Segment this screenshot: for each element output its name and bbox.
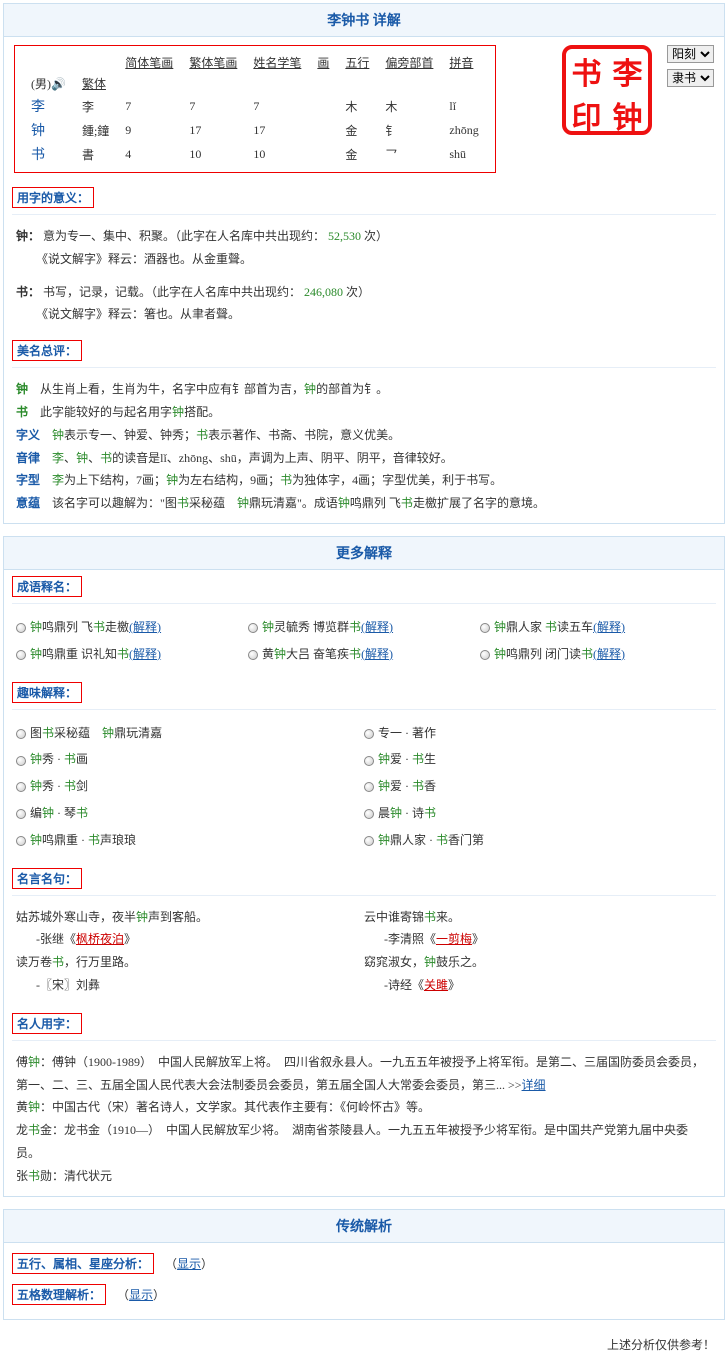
hdr-hua: 画 bbox=[309, 52, 337, 73]
hdr-fb: 繁体笔画 bbox=[181, 52, 245, 73]
char-shu[interactable]: 书 bbox=[23, 142, 74, 166]
gender-label: (男) bbox=[31, 77, 51, 91]
hdr-py: 拼音 bbox=[441, 52, 486, 73]
bullet-icon bbox=[16, 756, 26, 766]
list-item: 编钟 · 琴书 bbox=[16, 800, 364, 827]
seal-bl: 印 bbox=[566, 93, 607, 137]
show-wuge-link[interactable]: 显示 bbox=[129, 1288, 153, 1302]
char-table-box: 简体笔画 繁体笔画 姓名学笔 画 五行 偏旁部首 拼音 (男)🔊 繁体 李 李 … bbox=[14, 45, 496, 173]
list-item: 专一 · 著作 bbox=[364, 720, 712, 747]
list-item: 钟爱 · 书生 bbox=[364, 746, 712, 773]
top-row: 简体笔画 繁体笔画 姓名学笔 画 五行 偏旁部首 拼音 (男)🔊 繁体 李 李 … bbox=[4, 37, 724, 181]
explain-link[interactable]: (解释) bbox=[593, 647, 625, 661]
list-item: 钟秀 · 书画 bbox=[16, 746, 364, 773]
char-row: 李 李 7 7 7 木 木 lǐ bbox=[23, 94, 487, 118]
list-item: 钟鼎人家 · 书香门第 bbox=[364, 827, 712, 854]
zhong-label: 钟： bbox=[16, 229, 40, 243]
footer-note: 上述分析仅供参考！ bbox=[3, 1332, 725, 1353]
hdr-jb: 简体笔画 bbox=[117, 52, 181, 73]
idiom-body: 钟鸣鼎列 飞书走檄(解释) 钟灵毓秀 博览群书(解释) 钟鼎人家 书读五车(解释… bbox=[4, 610, 724, 676]
bullet-icon bbox=[16, 782, 26, 792]
poem-link[interactable]: 关雎 bbox=[424, 978, 448, 992]
shu-label: 书： bbox=[16, 285, 40, 299]
explain-link[interactable]: (解释) bbox=[361, 647, 393, 661]
hdr-bs: 偏旁部首 bbox=[377, 52, 441, 73]
seal-stamp: 书 李 印 钟 bbox=[562, 45, 652, 135]
meaning-body: 钟： 意为专一、集中、积聚。（此字在人名库中共出现约： 52,530 次） 《说… bbox=[4, 221, 724, 334]
section-use-meaning: 用字的意义： bbox=[12, 187, 94, 208]
section-fun: 趣味解释： bbox=[12, 682, 82, 703]
zhong-count: 52,530 bbox=[328, 229, 361, 243]
carve-select[interactable]: 阳刻 bbox=[667, 45, 714, 63]
char-row: 书 書 4 10 10 金 乛 shū bbox=[23, 142, 487, 166]
overview-body: 钟 从生肖上看，生肖为牛，名字中应有钅部首为吉，钟的部首为钅。 书 此字能较好的… bbox=[4, 374, 724, 523]
bullet-icon bbox=[16, 623, 26, 633]
section-famous: 名人用字： bbox=[12, 1013, 82, 1034]
bullet-icon bbox=[16, 836, 26, 846]
bullet-icon bbox=[16, 809, 26, 819]
panel-title-trad: 传统解析 bbox=[4, 1210, 724, 1243]
bullet-icon bbox=[364, 836, 374, 846]
bullet-icon bbox=[364, 756, 374, 766]
detail-link[interactable]: 详细 bbox=[522, 1078, 546, 1092]
seal-tr: 李 bbox=[607, 49, 648, 93]
list-item: 钟鸣鼎重 · 书声琅琅 bbox=[16, 827, 364, 854]
char-row: 钟 鍾;鐘 9 17 17 金 钅 zhōng bbox=[23, 118, 487, 142]
hdr-fan: 繁体 bbox=[74, 73, 117, 94]
bullet-icon bbox=[248, 650, 258, 660]
panel-title-more: 更多解释 bbox=[4, 537, 724, 570]
explain-link[interactable]: (解释) bbox=[361, 620, 393, 634]
bullet-icon bbox=[364, 729, 374, 739]
explain-link[interactable]: (解释) bbox=[129, 647, 161, 661]
explain-link[interactable]: (解释) bbox=[593, 620, 625, 634]
more-panel: 更多解释 成语释名： 钟鸣鼎列 飞书走檄(解释) 钟灵毓秀 博览群书(解释) 钟… bbox=[3, 536, 725, 1197]
fun-body: 图书采秘蕴 钟鼎玩清嘉钟秀 · 书画钟秀 · 书剑编钟 · 琴书钟鸣鼎重 · 书… bbox=[4, 716, 724, 862]
section-quotes: 名言名句： bbox=[12, 868, 82, 889]
char-zhong[interactable]: 钟 bbox=[23, 118, 74, 142]
list-item: 图书采秘蕴 钟鼎玩清嘉 bbox=[16, 720, 364, 747]
section-idiom: 成语释名： bbox=[12, 576, 82, 597]
list-item: 钟秀 · 书剑 bbox=[16, 773, 364, 800]
section-overview: 美名总评： bbox=[12, 340, 82, 361]
bullet-icon bbox=[16, 729, 26, 739]
sound-icon[interactable]: 🔊 bbox=[51, 77, 66, 91]
shu-count: 246,080 bbox=[304, 285, 343, 299]
bullet-icon bbox=[248, 623, 258, 633]
font-select[interactable]: 隶书 bbox=[667, 69, 714, 87]
bullet-icon bbox=[16, 650, 26, 660]
style-selects: 阳刻 隶书 bbox=[667, 45, 714, 87]
seal-br: 钟 bbox=[607, 93, 648, 137]
section-wuxing: 五行、属相、星座分析： bbox=[12, 1253, 154, 1274]
poem-link[interactable]: 一剪梅 bbox=[436, 932, 472, 946]
bullet-icon bbox=[480, 623, 490, 633]
panel-title-detail: 李钟书 详解 bbox=[4, 4, 724, 37]
list-item: 钟爱 · 书香 bbox=[364, 773, 712, 800]
detail-panel: 李钟书 详解 简体笔画 繁体笔画 姓名学笔 画 五行 偏旁部首 拼音 (男)🔊 … bbox=[3, 3, 725, 524]
bullet-icon bbox=[480, 650, 490, 660]
traditional-panel: 传统解析 五行、属相、星座分析： （显示） 五格数理解析： （显示） bbox=[3, 1209, 725, 1320]
show-wuxing-link[interactable]: 显示 bbox=[177, 1257, 201, 1271]
seal-tl: 书 bbox=[566, 49, 607, 93]
hdr-wx: 五行 bbox=[337, 52, 377, 73]
char-li[interactable]: 李 bbox=[23, 94, 74, 118]
hdr-xb: 姓名学笔 bbox=[245, 52, 309, 73]
char-table: 简体笔画 繁体笔画 姓名学笔 画 五行 偏旁部首 拼音 (男)🔊 繁体 李 李 … bbox=[23, 52, 487, 166]
bullet-icon bbox=[364, 782, 374, 792]
section-wuge: 五格数理解析： bbox=[12, 1284, 106, 1305]
famous-body: 傅钟：傅钟（1900-1989） 中国人民解放军上将。 四川省叙永县人。一九五五… bbox=[4, 1047, 724, 1196]
poem-link[interactable]: 枫桥夜泊 bbox=[76, 932, 124, 946]
explain-link[interactable]: (解释) bbox=[129, 620, 161, 634]
bullet-icon bbox=[364, 809, 374, 819]
quote-body: 姑苏城外寒山寺，夜半钟声到客船。 -张继《枫桥夜泊》 读万卷书，行万里路。 -〖… bbox=[4, 902, 724, 1007]
list-item: 晨钟 · 诗书 bbox=[364, 800, 712, 827]
